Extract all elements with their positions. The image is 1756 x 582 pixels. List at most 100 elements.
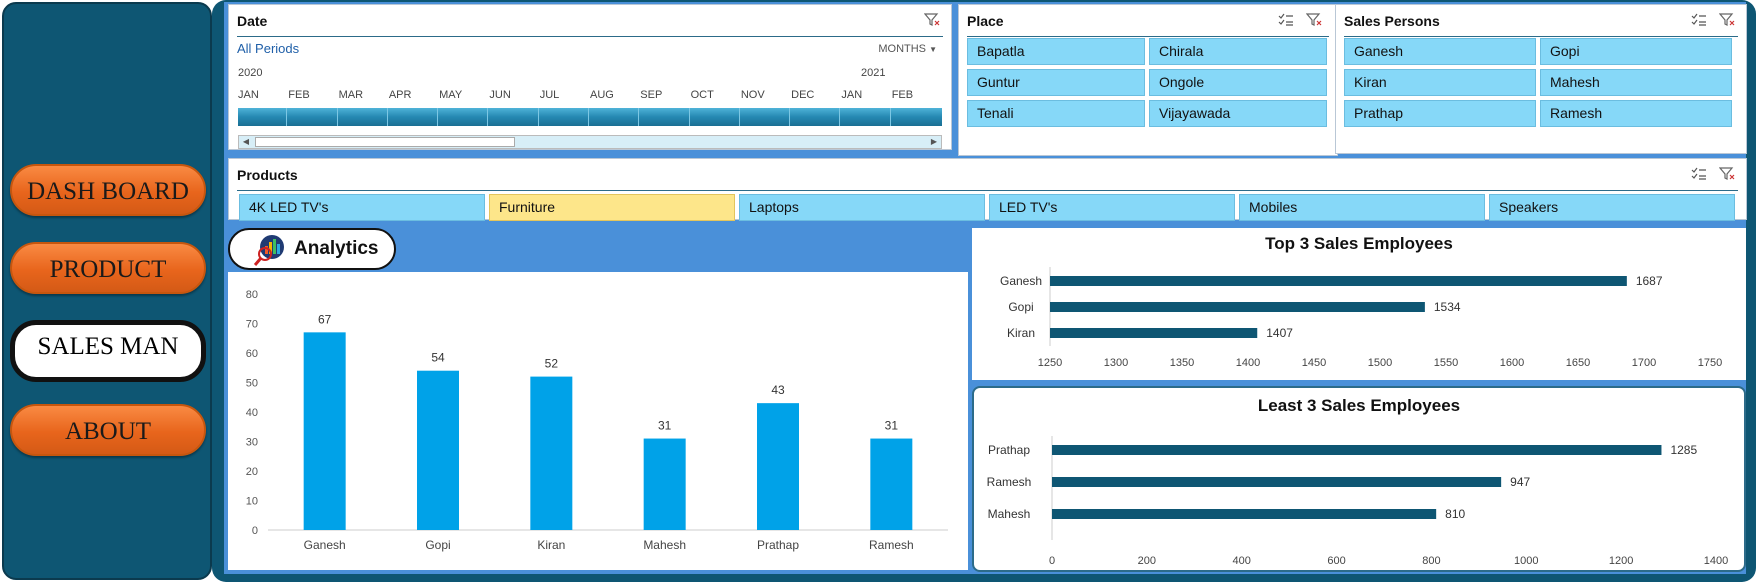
category-label: Ramesh [987, 475, 1032, 489]
x-tick-label: 400 [1233, 555, 1251, 567]
bar [1050, 302, 1425, 312]
bar [1052, 509, 1437, 519]
x-tick-label: 1250 [1038, 357, 1062, 369]
product-chip[interactable]: 4K LED TV's [239, 194, 485, 221]
month-tick [487, 108, 489, 126]
x-tick-label: 800 [1422, 555, 1440, 567]
top3-chart-svg: Ganesh 1687 Gopi 1534 Kiran 1407 1250 1300 1350 1… [1000, 267, 1722, 369]
least3-chart-svg: Prathap 1285 Ramesh 947 Mahesh 810 0 200 400 600 8… [987, 436, 1728, 567]
data-label: 1687 [1636, 274, 1663, 288]
category-label: Ganesh [304, 538, 346, 552]
month-label[interactable]: SEP [640, 89, 662, 101]
year-label: 2021 [861, 67, 886, 79]
divider [237, 190, 1738, 191]
analytics-icon [252, 233, 286, 272]
nav-product-button[interactable]: PRODUCT [10, 242, 206, 294]
scrollbar-thumb[interactable] [255, 137, 515, 147]
salesman-bar-chart: 0 10 20 30 40 50 60 70 80 67 Ganesh 54 Gopi 52 Kiran 31… [228, 272, 968, 570]
clear-filter-icon[interactable] [1718, 13, 1736, 29]
sales-person-chip[interactable]: Ganesh [1344, 38, 1536, 65]
month-tick [889, 108, 891, 126]
sales-person-chip[interactable]: Kiran [1344, 69, 1536, 96]
bar [530, 376, 573, 530]
sales-person-chip[interactable]: Prathap [1344, 100, 1536, 127]
top3-chart: Top 3 Sales Employees Ganesh 1687 Gopi 1534… [972, 228, 1746, 380]
x-tick-label: 1400 [1236, 357, 1260, 369]
category-label: Prathap [988, 443, 1030, 457]
month-label[interactable]: MAY [439, 89, 462, 101]
clear-filter-icon[interactable] [923, 13, 941, 29]
horizontal-scrollbar[interactable]: ◀ ▶ [238, 135, 942, 149]
data-label: 810 [1445, 507, 1465, 521]
month-tick [386, 108, 388, 126]
multi-select-icon[interactable] [1690, 167, 1708, 183]
month-label[interactable]: DEC [791, 89, 814, 101]
x-tick-label: 1400 [1704, 555, 1728, 567]
x-tick-label: 1600 [1500, 357, 1524, 369]
data-label: 67 [318, 312, 332, 326]
product-chip[interactable]: Laptops [739, 194, 985, 221]
nav-about-button[interactable]: ABOUT [10, 404, 206, 456]
nav-salesman-button[interactable]: SALES MAN [10, 320, 206, 382]
chevron-down-icon: ▼ [929, 45, 937, 54]
y-tick-label: 60 [246, 348, 258, 360]
place-chip[interactable]: Bapatla [967, 38, 1145, 65]
month-label[interactable]: NOV [741, 89, 765, 101]
month-label[interactable]: OCT [691, 89, 714, 101]
period-label[interactable]: All Periods [237, 41, 299, 56]
analytics-label: Analytics [294, 238, 379, 259]
bar [1050, 276, 1627, 286]
time-level-dropdown[interactable]: MONTHS ▼ [878, 43, 937, 55]
product-chip[interactable]: LED TV's [989, 194, 1235, 221]
month-label[interactable]: MAR [339, 89, 363, 101]
month-label[interactable]: JAN [841, 89, 862, 101]
sidebar: DASH BOARD PRODUCT SALES MAN ABOUT [2, 2, 212, 580]
products-slicer-title: Products [237, 167, 298, 183]
nav-dashboard-button[interactable]: DASH BOARD [10, 164, 206, 216]
category-label: Prathap [757, 538, 799, 552]
sales-person-chip[interactable]: Gopi [1540, 38, 1732, 65]
place-slicer: Place Bapatla Chirala Guntur Ongole Tenali Vi… [958, 4, 1338, 156]
x-tick-label: 600 [1327, 555, 1345, 567]
scroll-right-icon[interactable]: ▶ [928, 136, 940, 148]
sales-person-chip[interactable]: Ramesh [1540, 100, 1732, 127]
clear-filter-icon[interactable] [1305, 13, 1323, 29]
date-slicer: Date All Periods MONTHS ▼ 2020 2021 ◀ ▶ … [228, 4, 952, 150]
month-label[interactable]: FEB [288, 89, 309, 101]
product-chip[interactable]: Speakers [1489, 194, 1735, 221]
month-label[interactable]: JUN [489, 89, 510, 101]
clear-filter-icon[interactable] [1718, 167, 1736, 183]
product-chip[interactable]: Mobiles [1239, 194, 1485, 221]
bar [643, 438, 686, 530]
multi-select-icon[interactable] [1277, 13, 1295, 29]
place-chip[interactable]: Chirala [1149, 38, 1327, 65]
month-label[interactable]: JUL [540, 89, 560, 101]
month-tick [286, 108, 288, 126]
products-slicer: Products 4K LED TV's Furniture Laptops LED … [228, 158, 1747, 221]
x-tick-label: 1650 [1566, 357, 1590, 369]
month-label[interactable]: JAN [238, 89, 259, 101]
place-chip[interactable]: Tenali [967, 100, 1145, 127]
x-tick-label: 1750 [1698, 357, 1722, 369]
multi-select-icon[interactable] [1690, 13, 1708, 29]
place-chip[interactable]: Ongole [1149, 69, 1327, 96]
month-label[interactable]: FEB [892, 89, 913, 101]
timeline-bar[interactable] [238, 108, 942, 126]
y-tick-label: 50 [246, 378, 258, 390]
salesman-bar-chart-svg: 0 10 20 30 40 50 60 70 80 67 Ganesh 54 Gopi 52 Kiran 31… [246, 289, 948, 552]
scroll-left-icon[interactable]: ◀ [240, 136, 252, 148]
divider [967, 36, 1329, 37]
sales-person-chip[interactable]: Mahesh [1540, 69, 1732, 96]
month-label[interactable]: AUG [590, 89, 614, 101]
product-chip[interactable]: Furniture [489, 194, 735, 221]
sales-persons-slicer: Sales Persons Ganesh Gopi Kiran Mahesh Prath… [1335, 4, 1747, 154]
bar [1050, 328, 1258, 338]
x-tick-label: 1000 [1514, 555, 1538, 567]
category-label: Ramesh [869, 538, 914, 552]
x-tick-label: 1300 [1104, 357, 1128, 369]
y-tick-label: 10 [246, 496, 258, 508]
bar [757, 403, 799, 530]
place-chip[interactable]: Vijayawada [1149, 100, 1327, 127]
place-chip[interactable]: Guntur [967, 69, 1145, 96]
month-label[interactable]: APR [389, 89, 412, 101]
